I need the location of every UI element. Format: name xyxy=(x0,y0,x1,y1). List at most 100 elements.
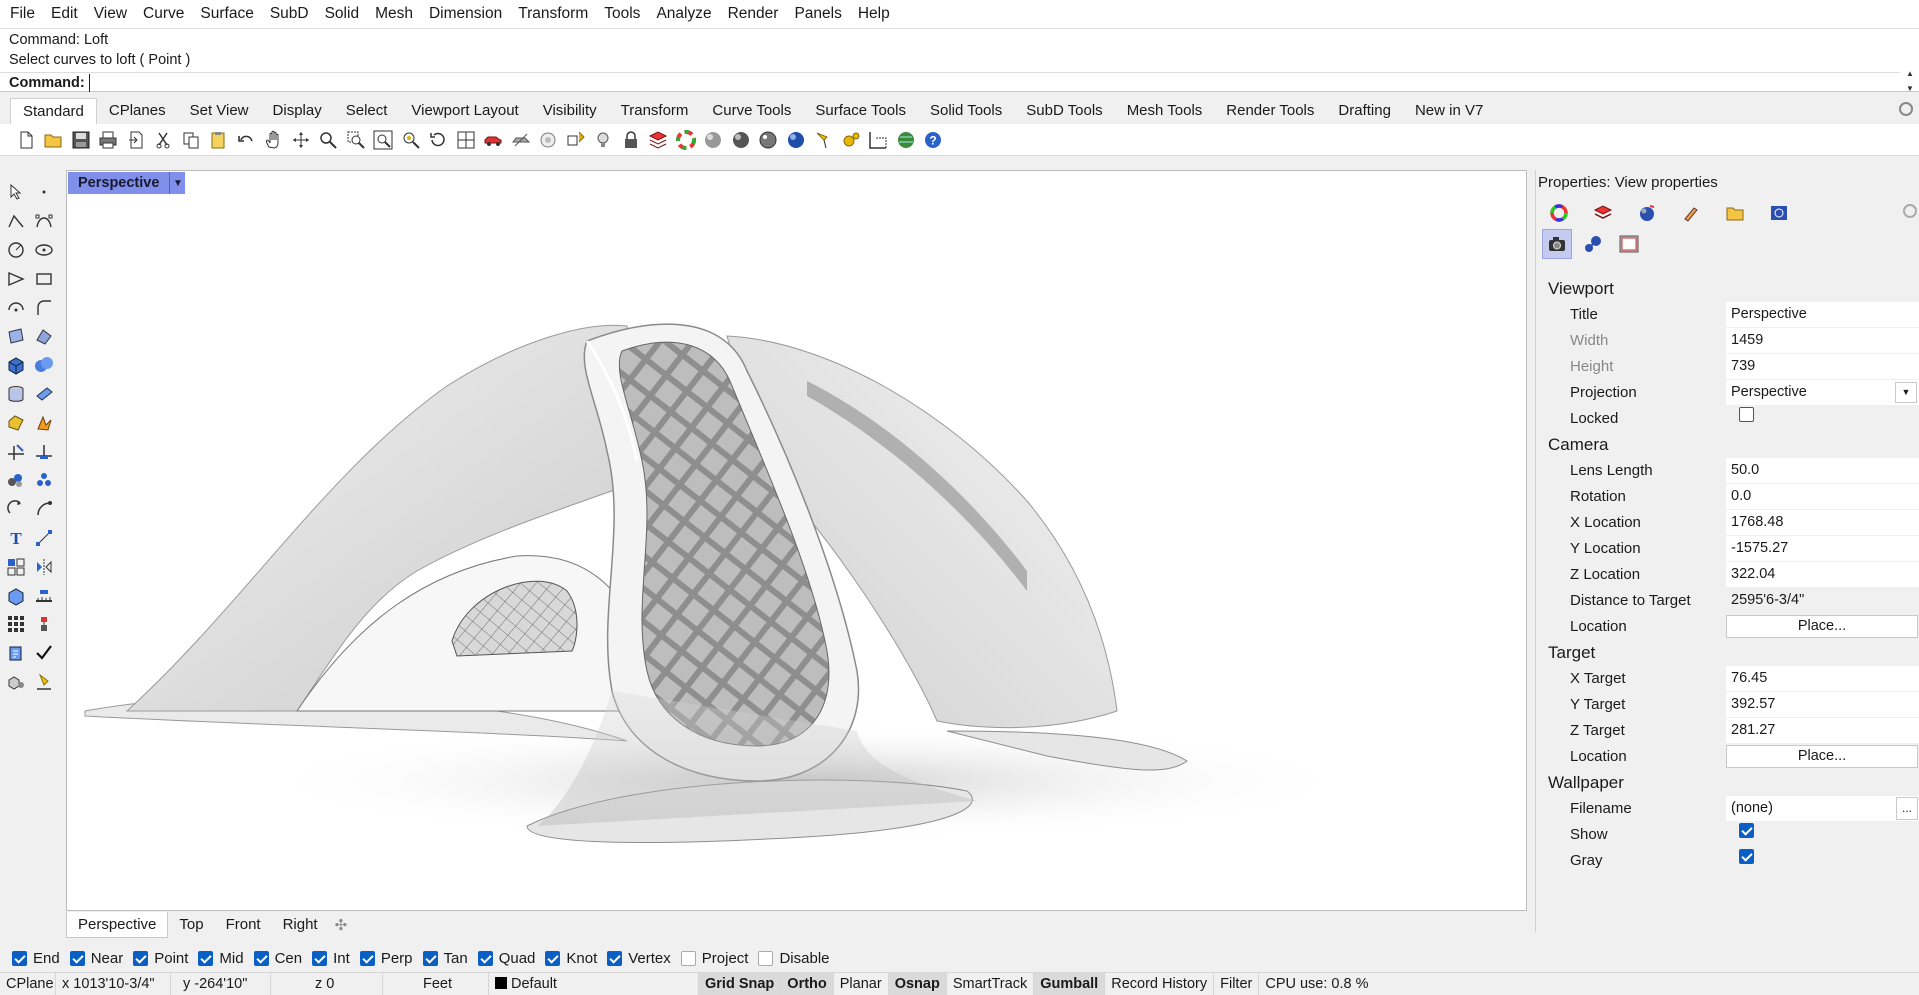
menu-edit[interactable]: Edit xyxy=(43,0,86,28)
box-icon[interactable] xyxy=(2,351,30,380)
osnap-end[interactable]: End xyxy=(12,950,60,967)
tab-solid-tools[interactable]: Solid Tools xyxy=(918,98,1014,124)
grid-array-icon[interactable] xyxy=(2,610,30,639)
trim-icon[interactable] xyxy=(2,437,30,466)
fillet-curve-icon[interactable] xyxy=(30,293,58,322)
osnap-perp[interactable]: Perp xyxy=(359,950,413,967)
osnap-project-checkbox[interactable] xyxy=(680,950,696,966)
pan-icon[interactable] xyxy=(260,127,288,153)
tab-display[interactable]: Display xyxy=(261,98,334,124)
osnap-knot-checkbox[interactable] xyxy=(545,950,561,966)
menu-analyze[interactable]: Analyze xyxy=(648,0,719,28)
split-icon[interactable] xyxy=(30,437,58,466)
status-grid-snap[interactable]: Grid Snap xyxy=(699,972,782,995)
shaded-sphere-icon[interactable] xyxy=(700,127,728,153)
menu-mesh[interactable]: Mesh xyxy=(367,0,421,28)
scroll-up-icon[interactable]: ▲ xyxy=(1906,69,1914,78)
tab-visibility[interactable]: Visibility xyxy=(531,98,609,124)
y-location-field[interactable]: -1575.27 xyxy=(1726,536,1919,561)
viewport-height-field[interactable]: 739 xyxy=(1726,354,1919,379)
subd-icon[interactable] xyxy=(30,408,58,437)
rotation-field[interactable]: 0.0 xyxy=(1726,484,1919,509)
gray-wallpaper-checkbox[interactable] xyxy=(1739,849,1754,864)
cut-icon[interactable] xyxy=(150,127,178,153)
undo-icon[interactable] xyxy=(232,127,260,153)
menu-file[interactable]: File xyxy=(2,0,43,28)
tab-standard[interactable]: Standard xyxy=(10,98,97,124)
layers-icon[interactable] xyxy=(1588,198,1618,228)
zoom-icon[interactable] xyxy=(315,127,343,153)
osnap-quad[interactable]: Quad xyxy=(477,950,535,967)
osnap-cen[interactable]: Cen xyxy=(253,950,302,967)
camera-icon[interactable] xyxy=(1542,229,1572,259)
mesh-icon[interactable] xyxy=(2,408,30,437)
copy-icon[interactable] xyxy=(177,127,205,153)
menu-tools[interactable]: Tools xyxy=(596,0,648,28)
rendered-sphere-icon[interactable] xyxy=(727,127,755,153)
tab-render-tools[interactable]: Render Tools xyxy=(1214,98,1326,124)
viewport-tab-front[interactable]: Front xyxy=(215,912,272,938)
explode-icon[interactable] xyxy=(30,466,58,495)
osnap-vertex[interactable]: Vertex xyxy=(607,950,671,967)
status-cplane[interactable]: CPlane xyxy=(0,972,56,995)
menu-view[interactable]: View xyxy=(86,0,135,28)
y-target-field[interactable]: 392.57 xyxy=(1726,692,1919,717)
check-icon[interactable] xyxy=(30,639,58,668)
save-icon[interactable] xyxy=(67,127,95,153)
osnap-perp-checkbox[interactable] xyxy=(359,950,375,966)
tab-new-in-v7[interactable]: New in V7 xyxy=(1403,98,1495,124)
menu-curve[interactable]: Curve xyxy=(135,0,192,28)
color-wheel-icon[interactable] xyxy=(672,127,700,153)
render-blue-icon[interactable] xyxy=(782,127,810,153)
osnap-mid-checkbox[interactable] xyxy=(198,950,214,966)
brush-icon[interactable] xyxy=(1676,198,1706,228)
menu-render[interactable]: Render xyxy=(720,0,787,28)
tab-set-view[interactable]: Set View xyxy=(178,98,261,124)
lens-length-field[interactable]: 50.0 xyxy=(1726,458,1919,483)
locked-checkbox[interactable] xyxy=(1739,407,1754,422)
folder-icon[interactable] xyxy=(1720,198,1750,228)
status-filter[interactable]: Filter xyxy=(1214,972,1260,995)
menu-help[interactable]: Help xyxy=(850,0,898,28)
array-icon[interactable] xyxy=(2,552,30,581)
select-arrow-icon[interactable] xyxy=(2,178,30,207)
points-icon[interactable] xyxy=(562,127,590,153)
status-gumball[interactable]: Gumball xyxy=(1034,972,1106,995)
print-icon[interactable] xyxy=(95,127,123,153)
chevron-down-icon[interactable]: ▼ xyxy=(169,172,185,194)
analyze-icon[interactable] xyxy=(2,639,30,668)
circle-icon[interactable] xyxy=(2,236,30,265)
add-viewport-tab-icon[interactable]: ✣ xyxy=(329,916,354,934)
scale-icon[interactable] xyxy=(30,495,58,524)
osnap-project[interactable]: Project xyxy=(680,950,748,967)
object-properties-color-icon[interactable] xyxy=(1544,198,1574,228)
osnap-disable-checkbox[interactable] xyxy=(758,950,774,966)
tab-mesh-tools[interactable]: Mesh Tools xyxy=(1115,98,1215,124)
osnap-cen-checkbox[interactable] xyxy=(253,950,269,966)
viewport-title-field[interactable]: Perspective xyxy=(1726,302,1919,327)
mirror-icon[interactable] xyxy=(30,552,58,581)
tab-surface-tools[interactable]: Surface Tools xyxy=(803,98,918,124)
status-layer[interactable]: Default xyxy=(489,972,699,995)
tab-subd-tools[interactable]: SubD Tools xyxy=(1014,98,1114,124)
dimension-icon[interactable] xyxy=(30,524,58,553)
light-icon[interactable] xyxy=(590,127,618,153)
browse-button[interactable]: ... xyxy=(1896,797,1918,820)
osnap-point-checkbox[interactable] xyxy=(133,950,149,966)
show-icon[interactable] xyxy=(535,127,563,153)
scroll-down-icon[interactable]: ▼ xyxy=(1906,84,1914,93)
x-location-field[interactable]: 1768.48 xyxy=(1726,510,1919,535)
target-place-button[interactable]: Place... xyxy=(1726,745,1918,768)
curve-icon[interactable] xyxy=(30,207,58,236)
status-record-history[interactable]: Record History xyxy=(1105,972,1215,995)
tab-select[interactable]: Select xyxy=(334,98,400,124)
status-ortho[interactable]: Ortho xyxy=(781,972,834,995)
menu-surface[interactable]: Surface xyxy=(192,0,261,28)
rotate-object-icon[interactable] xyxy=(2,495,30,524)
surface-icon[interactable] xyxy=(2,322,30,351)
align-icon[interactable] xyxy=(30,610,58,639)
viewport-perspective[interactable]: Perspective ▼ xyxy=(66,170,1527,911)
group-icon[interactable] xyxy=(2,466,30,495)
command-input[interactable] xyxy=(88,74,1869,92)
viewport-title[interactable]: Perspective xyxy=(68,172,169,194)
